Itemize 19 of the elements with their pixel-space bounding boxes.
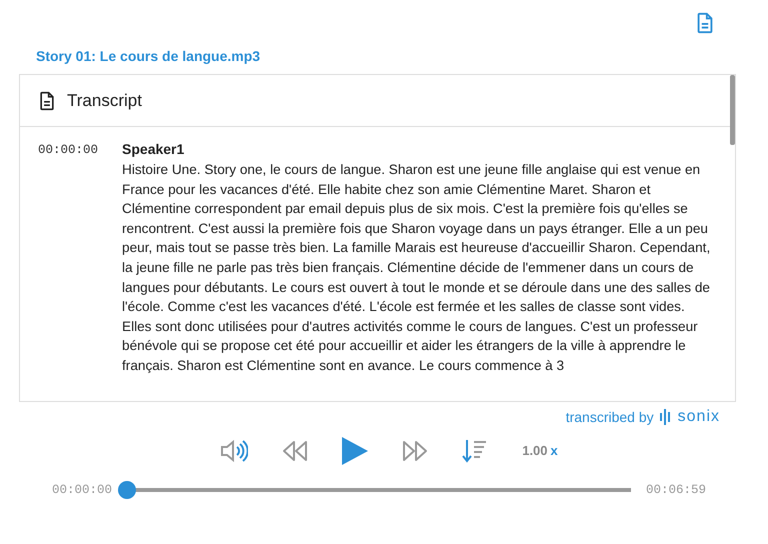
speed-button[interactable]: 1.00 x [522, 443, 558, 459]
fast-forward-icon[interactable] [402, 440, 428, 462]
file-title: Story 01: Le cours de langue.mp3 [36, 47, 262, 66]
speaker-name: Speaker1 [122, 140, 186, 159]
sort-icon[interactable] [462, 439, 488, 463]
speed-value: 1.00 [522, 443, 548, 459]
credit-text: transcribed by [566, 408, 654, 427]
volume-icon[interactable] [220, 440, 248, 462]
rewind-icon[interactable] [282, 440, 308, 462]
brand-name: sonix [678, 407, 720, 427]
panel-title: Transcript [67, 90, 142, 112]
bars-icon [660, 409, 672, 425]
duration: 00:06:59 [646, 482, 706, 499]
transcript-text: Histoire Une. Story one, le cours de langue. Sharon est une jeune fille anglaise qui est venue en France pour les vacances d'été. Elle habite chez son amie Clémentine Maret. Sharon et Clémentine correspondent par email depuis plus de six mois. C'est la première fois qu'elles se rencontrent. C'est aussi la première fois que Sharon voyage dans un pays étranger. Elle a un peu peur, mais tout se passe très bien. La famille Marais est heureuse d'accueillir Sharon. Cependant, la jeune fille ne parle pas très bien français. Clémentine décide de l'emmener dans un cours de langues pour débutants. Le cours est ouvert à tout le monde et se déroule dans une des salles de l'école. Comme c'est les vacances d'été. L'école est fermée et les salles de classe sont vides. Elles sont donc utilisées pour d'autres activités comme le cours de langues. C'est un professeur bénévole qui se propose cet été pour accueillir et aider les étrangers de la ville à apprendre le français. Sharon est Clémentine sont en avance. Le cours commence à 3 [122, 161, 712, 375]
timestamp[interactable]: 00:00:00 [38, 139, 98, 401]
current-time: 00:00:00 [52, 482, 112, 499]
scrollbar[interactable] [730, 75, 735, 145]
speed-unit: x [550, 443, 558, 459]
play-icon[interactable] [342, 437, 368, 465]
